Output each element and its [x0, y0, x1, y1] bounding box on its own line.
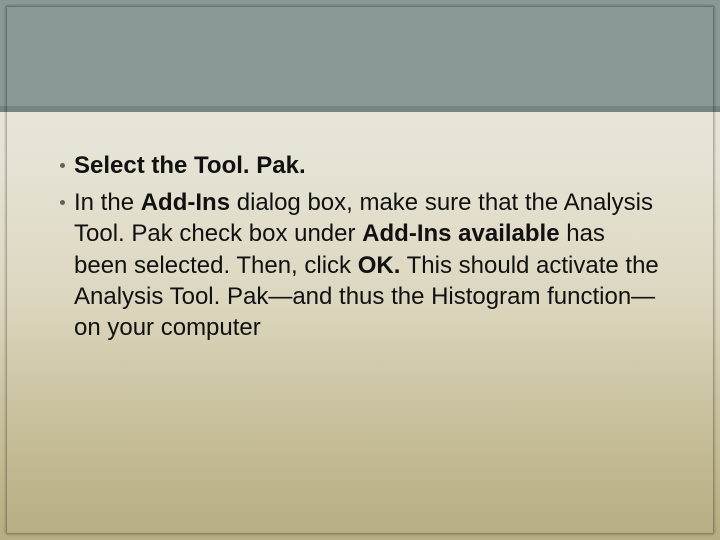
bullet-text: Select the Tool. Pak. [74, 150, 660, 181]
list-item: In the Add-Ins dialog box, make sure tha… [60, 187, 660, 343]
list-item: Select the Tool. Pak. [60, 150, 660, 181]
bullet-icon [60, 200, 65, 205]
content-area: Select the Tool. Pak. In the Add-Ins dia… [60, 150, 660, 349]
bullet-text: In the Add-Ins dialog box, make sure tha… [74, 187, 660, 343]
bullet-icon [60, 163, 65, 168]
title-band [0, 0, 720, 112]
slide: Select the Tool. Pak. In the Add-Ins dia… [0, 0, 720, 540]
